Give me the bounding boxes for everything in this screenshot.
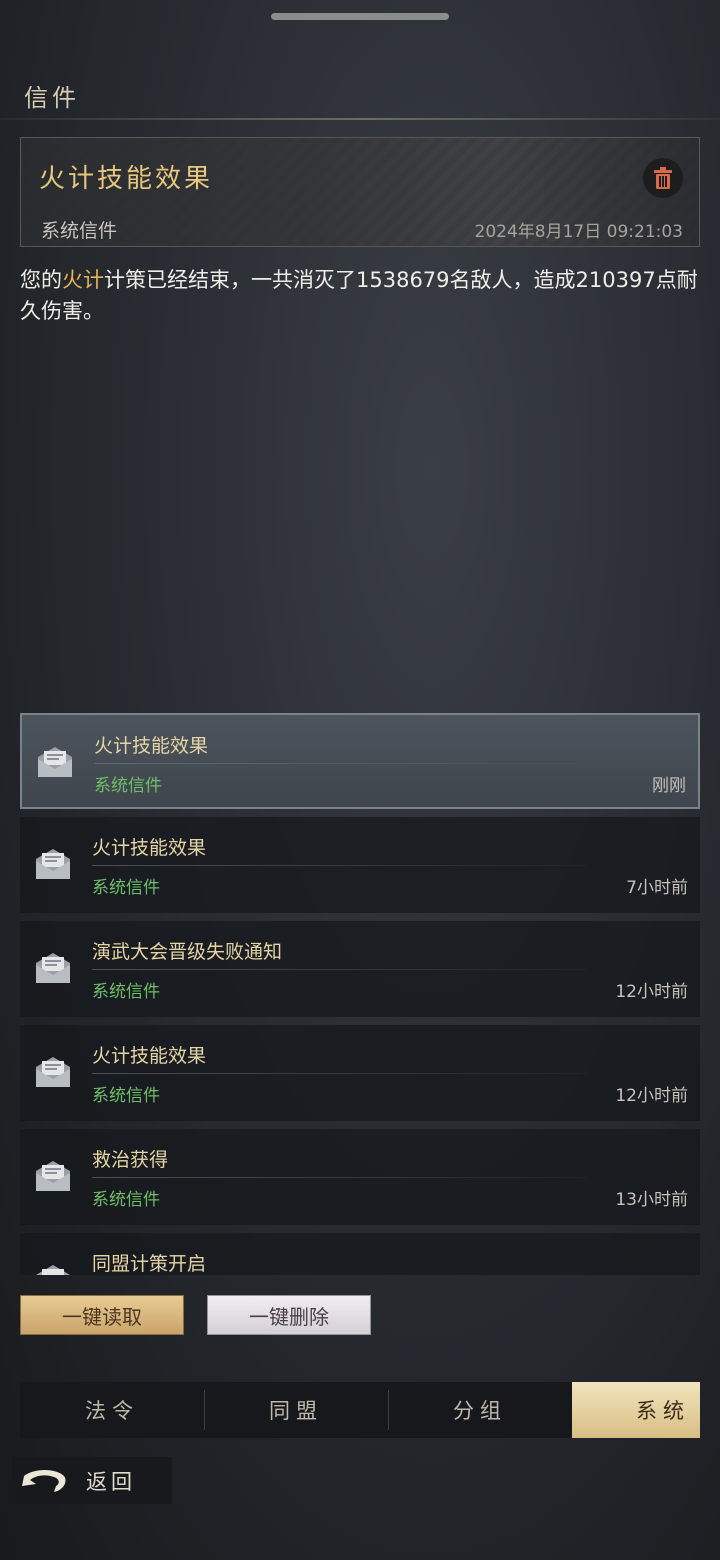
back-button[interactable]: 返回 <box>12 1457 172 1504</box>
drag-handle[interactable] <box>271 13 449 20</box>
read-all-button[interactable]: 一键读取 <box>20 1295 184 1335</box>
divider <box>92 969 587 970</box>
mail-sender: 系统信件 <box>94 776 162 796</box>
mail-body-text: 计策已经结束，一共消灭了1538679名敌人，造成210397点耐久伤害。 <box>20 268 698 323</box>
mail-sender: 系统信件 <box>92 1086 160 1106</box>
divider <box>94 763 589 764</box>
mail-time: 刚刚 <box>652 776 686 796</box>
mail-title: 火计技能效果 <box>92 1045 207 1067</box>
mail-detail-title: 火计技能效果 <box>39 164 214 194</box>
tab-system[interactable]: 系统 <box>572 1382 700 1438</box>
divider <box>92 1177 587 1178</box>
back-arrow-icon <box>22 1469 66 1492</box>
mail-list-item[interactable]: 演武大会晋级失败通知 系统信件 12小时前 <box>20 921 700 1017</box>
mail-time: 13小时前 <box>615 1190 688 1210</box>
mail-sender: 系统信件 <box>92 1190 160 1210</box>
trash-icon <box>654 167 672 189</box>
mail-title: 演武大会晋级失败通知 <box>92 941 283 963</box>
tab-group[interactable]: 分组 <box>388 1382 572 1438</box>
envelope-icon <box>36 1057 70 1087</box>
mail-time: 7小时前 <box>626 878 688 898</box>
mail-detail-header: 火计技能效果 系统信件 2024年8月17日 09:21:03 <box>20 137 700 247</box>
envelope-icon <box>36 1265 70 1275</box>
divider <box>92 865 587 866</box>
delete-all-button[interactable]: 一键删除 <box>207 1295 371 1335</box>
mail-body-highlight: 火计 <box>62 268 104 292</box>
envelope-icon <box>36 953 70 983</box>
mail-list-item[interactable]: 同盟计策开启 <box>20 1233 700 1275</box>
tab-decree[interactable]: 法令 <box>20 1382 204 1438</box>
mail-time: 12小时前 <box>615 982 688 1002</box>
divider <box>0 118 720 120</box>
mail-sender: 系统信件 <box>92 878 160 898</box>
mail-category-tabs: 法令 同盟 分组 系统 <box>20 1382 700 1438</box>
mail-body: 您的火计计策已经结束，一共消灭了1538679名敌人，造成210397点耐久伤害… <box>20 265 710 327</box>
mail-list-item[interactable]: 火计技能效果 系统信件 7小时前 <box>20 817 700 913</box>
mail-body-prefix: 您的 <box>20 268 62 292</box>
mail-detail-sender: 系统信件 <box>41 220 118 242</box>
delete-mail-button[interactable] <box>643 158 683 198</box>
mail-detail-time: 2024年8月17日 09:21:03 <box>474 222 683 242</box>
back-label: 返回 <box>86 1469 136 1494</box>
divider <box>92 1073 587 1074</box>
mail-list-item[interactable]: 救治获得 系统信件 13小时前 <box>20 1129 700 1225</box>
mail-list[interactable]: 火计技能效果 系统信件 刚刚 火计技能效果 系统信件 7小时前 演武大会晋级失败… <box>20 713 700 1275</box>
envelope-icon <box>36 849 70 879</box>
mail-title: 火计技能效果 <box>92 837 207 859</box>
envelope-icon <box>36 1161 70 1191</box>
mail-list-item[interactable]: 火计技能效果 系统信件 刚刚 <box>20 713 700 809</box>
envelope-icon <box>38 747 72 777</box>
mail-title: 救治获得 <box>92 1149 169 1171</box>
tab-alliance[interactable]: 同盟 <box>204 1382 388 1438</box>
mail-title: 火计技能效果 <box>94 735 209 757</box>
mail-time: 12小时前 <box>615 1086 688 1106</box>
section-title: 信件 <box>24 84 80 112</box>
mail-sender: 系统信件 <box>92 982 160 1002</box>
mail-list-item[interactable]: 火计技能效果 系统信件 12小时前 <box>20 1025 700 1121</box>
mail-title: 同盟计策开启 <box>92 1253 207 1275</box>
